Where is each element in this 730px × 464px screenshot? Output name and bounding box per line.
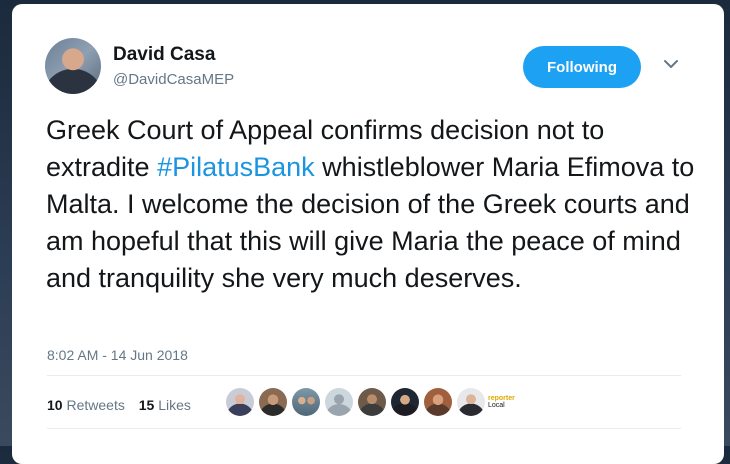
reporter-logo-sub: Local: [488, 402, 505, 409]
liker-avatar[interactable]: [292, 388, 320, 416]
divider: [47, 375, 681, 376]
engagement-stats: 10 Retweets 15 Likes: [47, 397, 201, 413]
retweets-count: 10: [47, 397, 63, 413]
author-name[interactable]: David Casa: [113, 44, 215, 66]
likes-count: 15: [138, 397, 155, 413]
tweet-card: David Casa @DavidCasaMEP Following Greek…: [12, 4, 724, 464]
liker-avatar[interactable]: [259, 388, 287, 416]
liker-avatar[interactable]: [358, 388, 386, 416]
liker-reporter-logo[interactable]: reporter Local: [488, 395, 515, 409]
liker-avatar[interactable]: [391, 388, 419, 416]
following-button[interactable]: Following: [523, 46, 641, 88]
liker-avatar[interactable]: [457, 388, 485, 416]
reporter-logo-main: reporter: [488, 395, 515, 402]
author-avatar[interactable]: [45, 38, 101, 94]
chevron-down-icon[interactable]: [661, 54, 681, 74]
retweets-stat[interactable]: 10 Retweets: [47, 397, 125, 413]
hashtag-link[interactable]: #PilatusBank: [157, 152, 315, 182]
liker-avatar[interactable]: [325, 388, 353, 416]
likes-label: Likes: [158, 397, 191, 413]
liker-avatar[interactable]: [226, 388, 254, 416]
author-handle[interactable]: @DavidCasaMEP: [113, 71, 234, 88]
divider: [47, 428, 681, 429]
retweets-label: Retweets: [66, 397, 125, 413]
likes-stat[interactable]: 15 Likes: [139, 397, 191, 413]
liker-avatar[interactable]: [424, 388, 452, 416]
tweet-timestamp[interactable]: 8:02 AM - 14 Jun 2018: [47, 347, 188, 363]
tweet-text: Greek Court of Appeal confirms decision …: [46, 112, 706, 297]
